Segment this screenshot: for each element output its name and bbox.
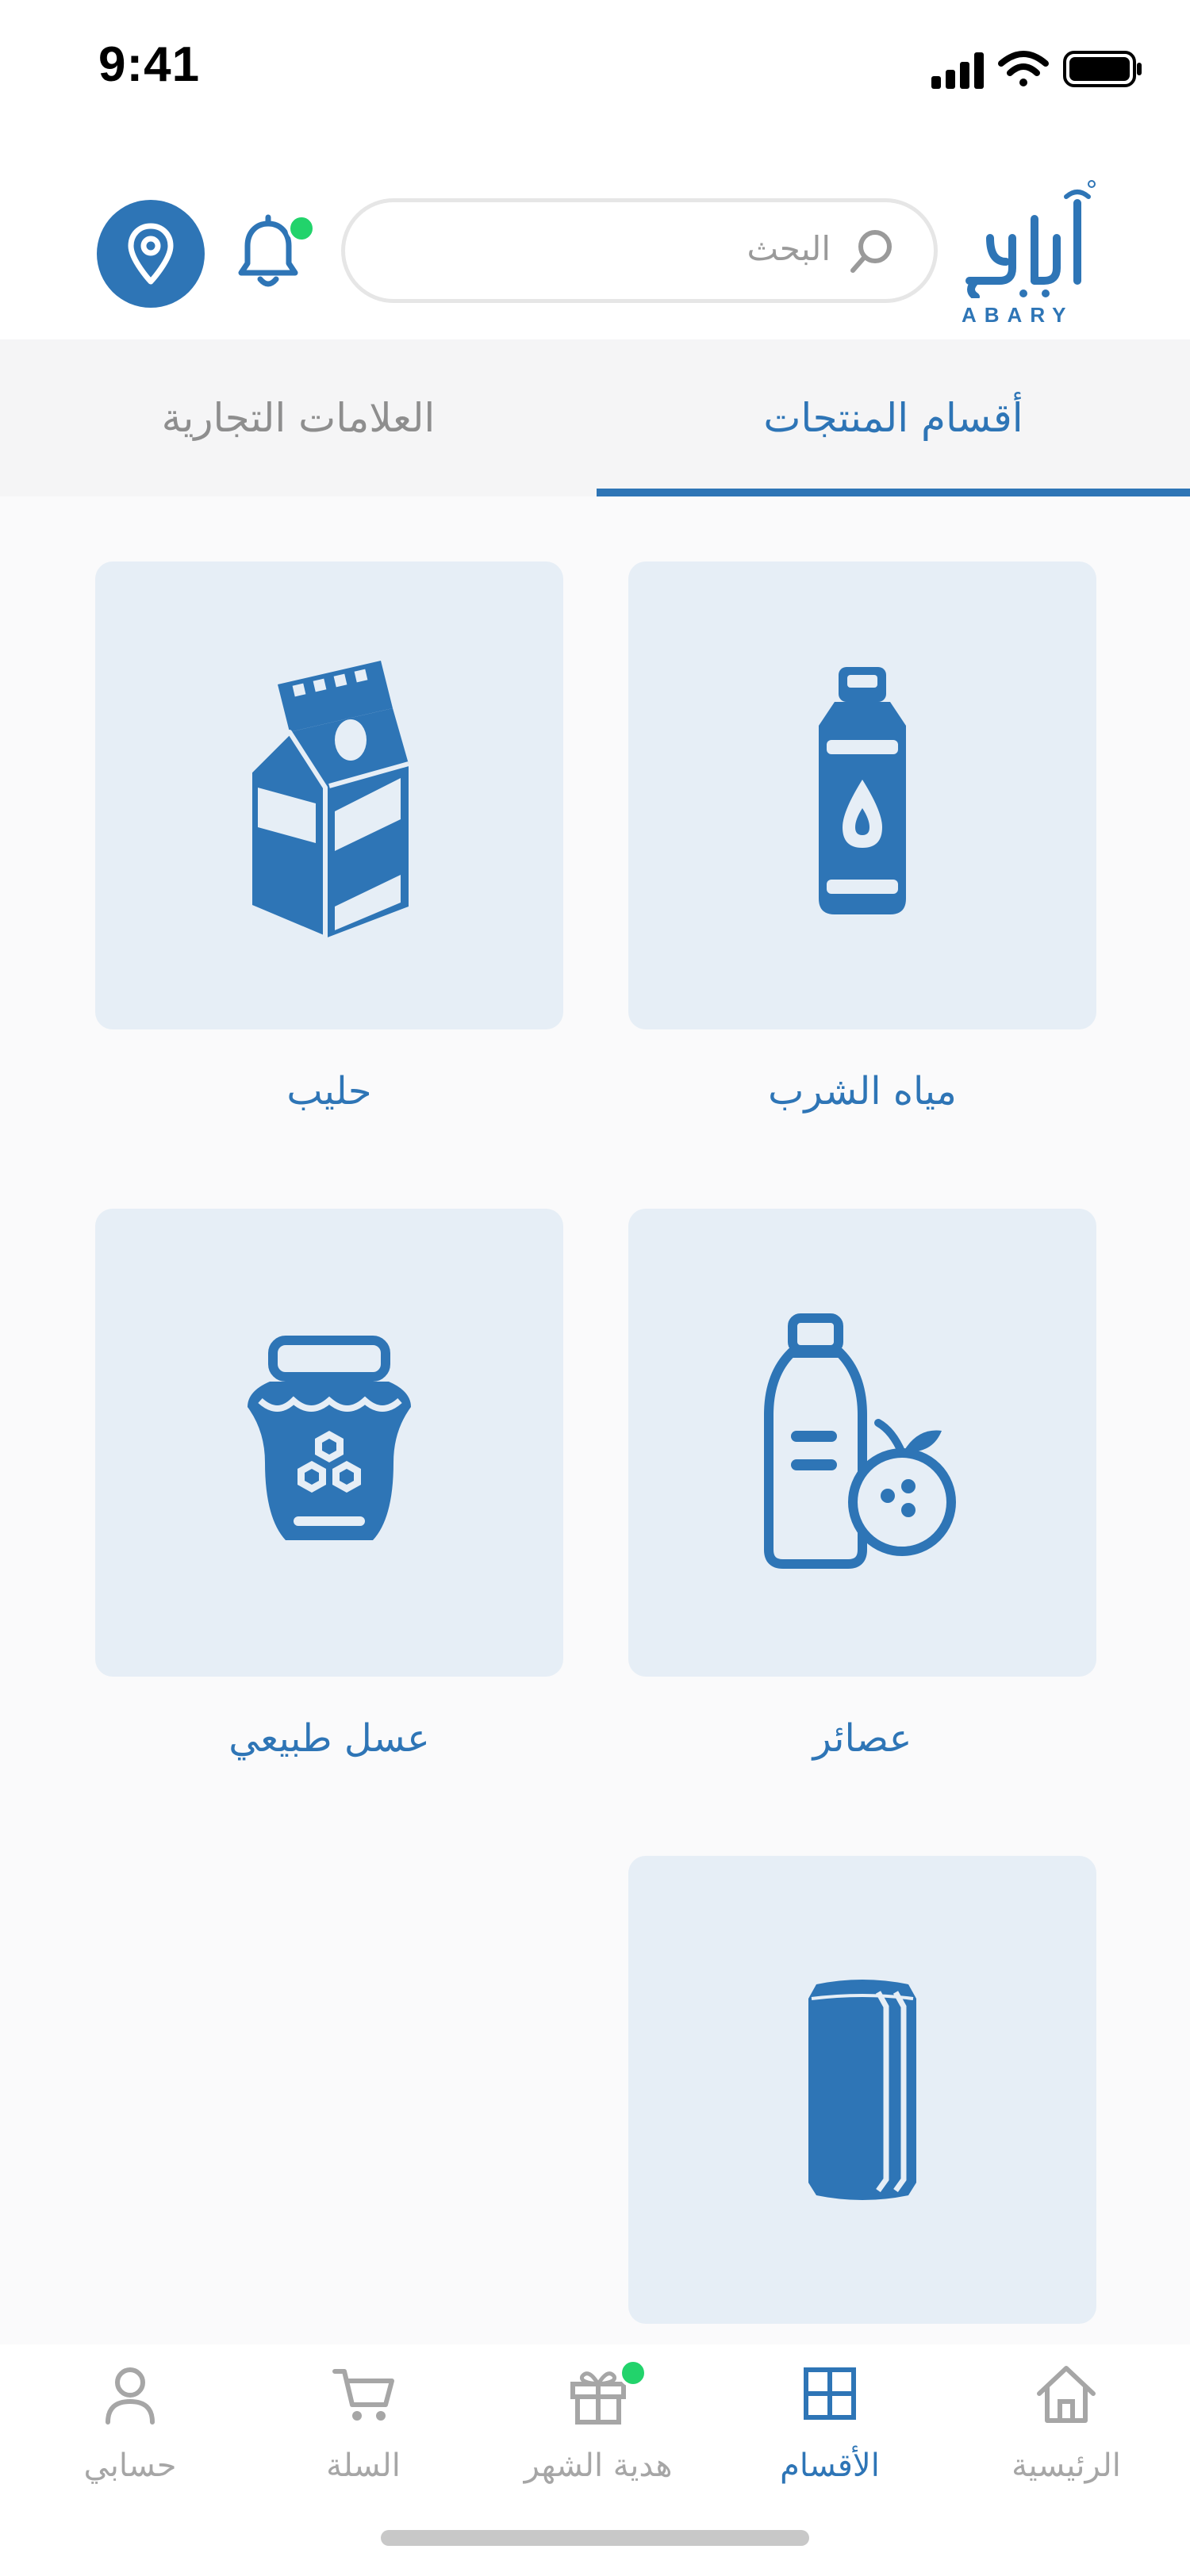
- nav-item-cart[interactable]: السلة: [244, 2344, 482, 2519]
- category-label-milk: حليب: [286, 1069, 372, 1114]
- active-tab-indicator: [597, 489, 1190, 496]
- nav-item-categories[interactable]: الأقسام: [711, 2344, 949, 2519]
- nav-label-home: الرئيسية: [1012, 2448, 1121, 2484]
- category-card-honey[interactable]: [95, 1209, 563, 1677]
- nav-item-monthly-gift[interactable]: هدية الشهر: [479, 2344, 717, 2519]
- water-bottle-icon: [819, 667, 906, 914]
- bottom-navigation: الرئيسية الأقسام هدية الشهر السلة حسابي: [0, 2344, 1190, 2576]
- gift-badge: [619, 2359, 647, 2387]
- location-button[interactable]: [97, 200, 205, 308]
- category-card-juice[interactable]: [628, 1209, 1096, 1677]
- category-label-juice: عصائر: [812, 1716, 912, 1761]
- notification-badge: [287, 214, 316, 243]
- location-pin-icon: [128, 223, 174, 285]
- tab-product-categories[interactable]: أقسام المنتجات: [597, 339, 1190, 496]
- nav-label-monthly-gift: هدية الشهر: [524, 2448, 673, 2484]
- category-card-soft-drinks[interactable]: [628, 1856, 1096, 2324]
- cart-icon: [332, 2369, 394, 2421]
- logo-text: ABARY: [962, 303, 1074, 327]
- status-time: 9:41: [98, 37, 201, 92]
- home-icon: [1037, 2366, 1096, 2423]
- category-card-milk[interactable]: [95, 562, 563, 1029]
- wifi-icon: [998, 51, 1049, 86]
- status-icons: [931, 51, 1142, 89]
- home-indicator: [381, 2530, 809, 2546]
- nav-label-cart: السلة: [326, 2448, 401, 2484]
- category-card-water[interactable]: [628, 562, 1096, 1029]
- category-label-water: مياه الشرب: [768, 1069, 957, 1114]
- nav-item-account[interactable]: حسابي: [11, 2344, 249, 2519]
- abary-logo: ABARY: [958, 179, 1098, 327]
- categories-grid: مياه الشرب حليب عصائر عسل طبيعي: [0, 496, 1190, 2344]
- user-icon: [106, 2367, 155, 2425]
- battery-icon: [1063, 51, 1142, 87]
- category-label-honey: عسل طبيعي: [228, 1716, 430, 1761]
- logo-mark: [965, 180, 1096, 301]
- tab-bar: أقسام المنتجات العلامات التجارية: [0, 339, 1190, 496]
- soda-can-icon: [808, 1980, 916, 2200]
- nav-label-account: حسابي: [83, 2448, 177, 2484]
- nav-item-home[interactable]: الرئيسية: [947, 2344, 1185, 2519]
- juice-icon: [764, 1313, 956, 1569]
- header: البحث ABARY: [0, 135, 1190, 339]
- signal-icon: [931, 52, 984, 89]
- status-bar: 9:41: [0, 0, 1190, 135]
- search-icon: [850, 230, 892, 273]
- milk-carton-icon: [248, 661, 409, 938]
- tab-brands[interactable]: العلامات التجارية: [0, 339, 597, 496]
- search-placeholder: البحث: [747, 229, 831, 268]
- honey-jar-icon: [248, 1336, 411, 1540]
- search-input[interactable]: البحث: [341, 198, 938, 303]
- grid-icon: [804, 2367, 856, 2420]
- nav-label-categories: الأقسام: [780, 2448, 880, 2484]
